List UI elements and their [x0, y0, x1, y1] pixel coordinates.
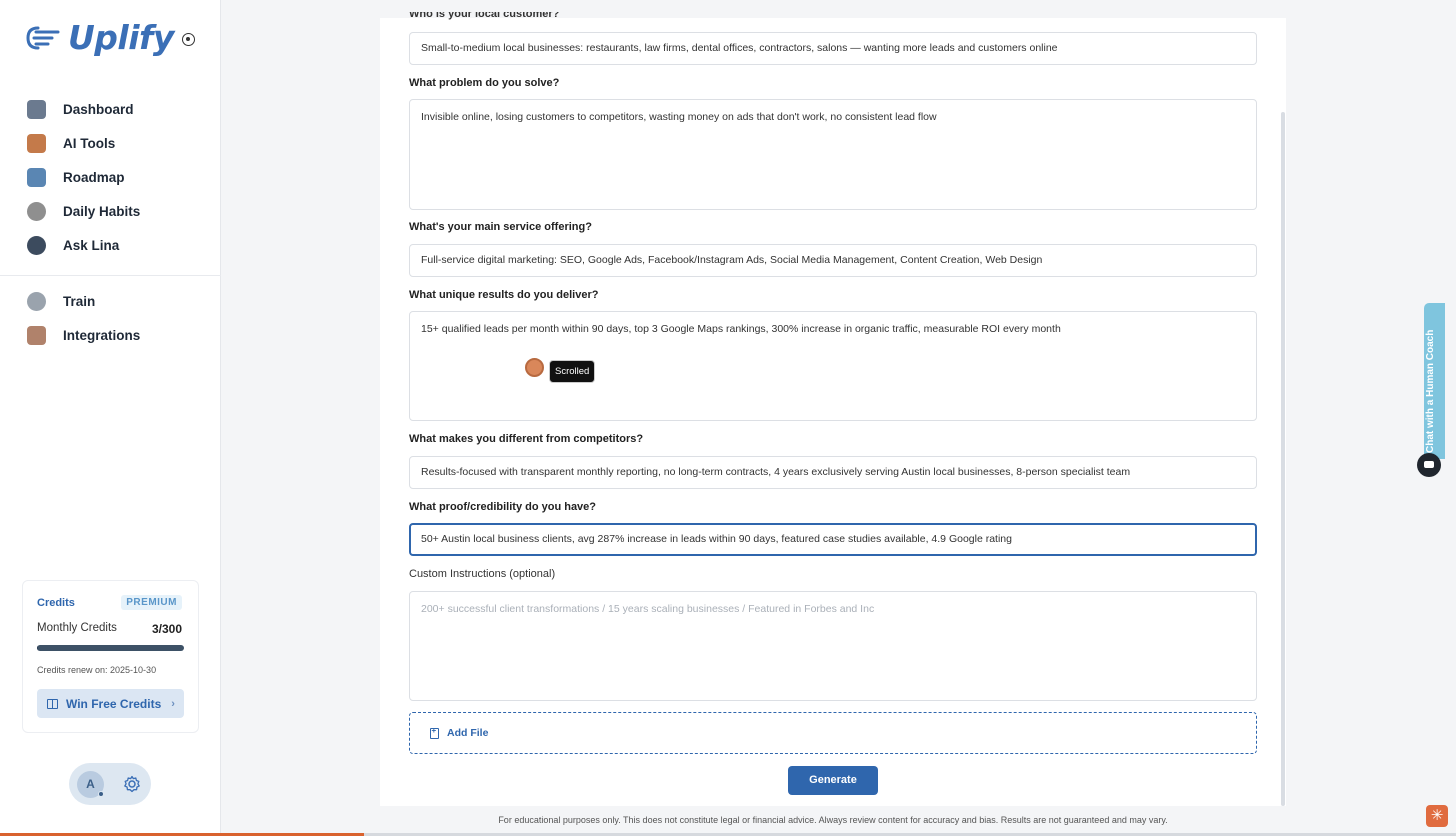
- cursor-indicator: [525, 358, 544, 377]
- user-controls: A: [69, 763, 151, 805]
- chat-icon[interactable]: [1417, 453, 1441, 477]
- sidebar-item-ai-tools[interactable]: AI Tools: [0, 126, 221, 160]
- scrollbar[interactable]: [1281, 112, 1285, 806]
- tools-icon: [27, 133, 46, 153]
- human-coach-label: Chat with a Human Coach: [1425, 329, 1436, 453]
- customer-label: Who is your local customer?: [409, 12, 560, 20]
- scroll-tooltip: Scrolled: [549, 360, 596, 383]
- customer-field[interactable]: Small-to-medium local businesses: restau…: [409, 32, 1257, 65]
- train-icon: [27, 291, 46, 311]
- premium-badge: PREMIUM: [121, 595, 182, 610]
- sidebar: Uplify Dashboard AI Tools Roadmap Daily …: [0, 0, 221, 836]
- integrations-icon: [27, 325, 46, 345]
- nav-divider: [0, 275, 221, 276]
- sidebar-item-label: Train: [63, 293, 96, 309]
- win-free-credits-label: Win Free Credits: [66, 696, 162, 711]
- different-field[interactable]: Results-focused with transparent monthly…: [409, 456, 1257, 489]
- service-label: What's your main service offering?: [409, 221, 592, 233]
- results-label: What unique results do you deliver?: [409, 289, 599, 301]
- clock-icon: [27, 201, 46, 221]
- sidebar-item-ask-lina[interactable]: Ask Lina: [0, 228, 221, 262]
- sidebar-item-roadmap[interactable]: Roadmap: [0, 160, 221, 194]
- credits-card: Credits PREMIUM Monthly Credits 3/300 Cr…: [22, 580, 199, 733]
- sidebar-item-label: Daily Habits: [63, 203, 141, 219]
- sidebar-item-label: Integrations: [63, 327, 141, 343]
- problem-label: What problem do you solve?: [409, 77, 560, 89]
- monthly-credits-value: 3/300: [151, 622, 182, 636]
- different-label: What makes you different from competitor…: [409, 433, 644, 445]
- chevron-right-icon: ›: [171, 697, 175, 710]
- generate-button[interactable]: Generate: [788, 766, 878, 795]
- custom-instructions-field[interactable]: 200+ successful client transformations /…: [409, 591, 1257, 701]
- custom-instructions-placeholder: 200+ successful client transformations /…: [421, 603, 875, 615]
- service-field[interactable]: Full-service digital marketing: SEO, Goo…: [409, 244, 1257, 277]
- logo-text: Uplify: [68, 18, 174, 57]
- gift-icon: [47, 698, 58, 709]
- credits-title: Credits: [37, 597, 75, 609]
- disclaimer: For educational purposes only. This does…: [498, 815, 1168, 825]
- sidebar-item-label: Dashboard: [63, 101, 134, 117]
- add-file-label: Add File: [447, 727, 489, 739]
- credits-renew-text: Credits renew on: 2025-10-30: [37, 665, 157, 675]
- sidebar-item-label: Roadmap: [63, 169, 125, 185]
- main-nav: Dashboard AI Tools Roadmap Daily Habits …: [0, 92, 221, 262]
- human-coach-tab[interactable]: Chat with a Human Coach: [1424, 303, 1445, 459]
- monthly-credits-label: Monthly Credits: [37, 622, 117, 634]
- proof-field[interactable]: 50+ Austin local business clients, avg 2…: [409, 523, 1257, 556]
- sidebar-item-daily-habits[interactable]: Daily Habits: [0, 194, 221, 228]
- credits-progress-bar: [37, 645, 184, 651]
- sidebar-item-label: AI Tools: [63, 135, 116, 151]
- add-file-button[interactable]: Add File: [409, 712, 1257, 754]
- sidebar-item-dashboard[interactable]: Dashboard: [0, 92, 221, 126]
- status-dot: [98, 791, 104, 797]
- gear-icon[interactable]: [123, 775, 141, 793]
- secondary-nav: Train Integrations: [0, 284, 221, 352]
- dashboard-icon: [27, 99, 46, 119]
- info-icon[interactable]: [181, 33, 195, 46]
- sidebar-item-integrations[interactable]: Integrations: [0, 318, 221, 352]
- sidebar-item-train[interactable]: Train: [0, 284, 221, 318]
- file-add-icon: [430, 726, 439, 739]
- logo[interactable]: Uplify: [24, 18, 195, 57]
- roadmap-icon: [27, 167, 46, 187]
- sparkle-icon[interactable]: ✳: [1426, 805, 1448, 827]
- custom-instructions-label: Custom Instructions (optional): [409, 568, 556, 580]
- proof-label: What proof/credibility do you have?: [409, 501, 597, 513]
- lina-icon: [27, 235, 46, 255]
- win-free-credits-button[interactable]: Win Free Credits ›: [37, 689, 184, 718]
- sidebar-item-label: Ask Lina: [63, 237, 120, 253]
- credits-progress-fill: [37, 645, 39, 651]
- problem-field[interactable]: Invisible online, losing customers to co…: [409, 99, 1257, 210]
- logo-icon: [26, 26, 60, 49]
